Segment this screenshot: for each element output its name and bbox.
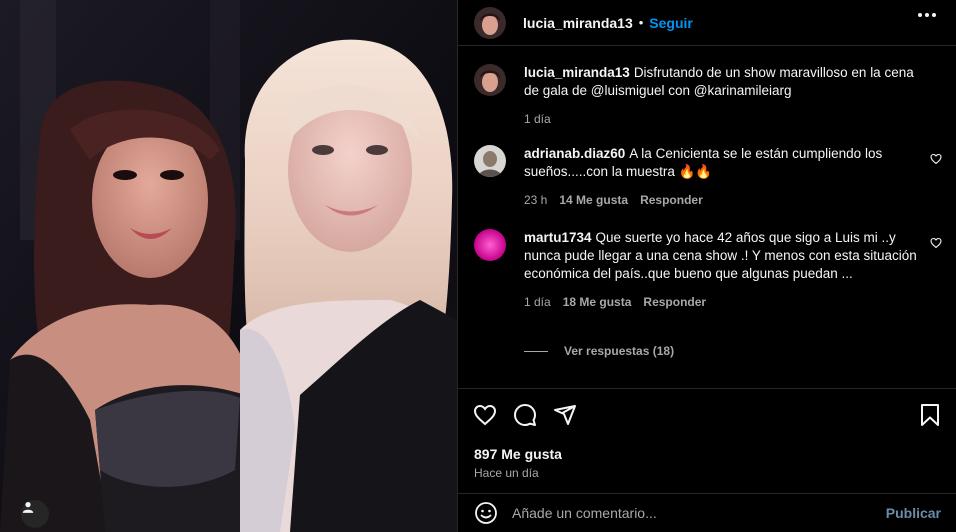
post-photo[interactable] [0, 0, 457, 532]
likes-count[interactable]: 897 Me gusta [474, 446, 562, 462]
emoji-smile-icon[interactable] [474, 501, 498, 525]
comment-likes[interactable]: 14 Me gusta [559, 191, 628, 209]
comment-time[interactable]: 1 día [524, 293, 551, 311]
post-side-panel: lucia_miranda13 • Seguir lucia_miranda13… [457, 0, 956, 532]
comments-list[interactable]: lucia_miranda13 Disfrutando de un show ma… [458, 47, 956, 387]
publish-button[interactable]: Publicar [886, 505, 941, 521]
replies-line [524, 350, 548, 352]
more-options-icon[interactable] [918, 13, 936, 17]
comment-avatar-image [474, 229, 506, 261]
comment-like-heart-icon[interactable] [930, 153, 942, 165]
caption-avatar-image [474, 64, 506, 96]
author-username[interactable]: lucia_miranda13 [523, 15, 633, 31]
comment-avatar[interactable] [474, 229, 506, 261]
author-avatar[interactable] [474, 6, 506, 39]
user-tag-button[interactable] [21, 500, 49, 528]
comment-like-heart-icon[interactable] [930, 237, 942, 249]
comment-time[interactable]: 23 h [524, 191, 547, 209]
view-replies-button[interactable]: Ver respuestas (18) [524, 344, 674, 358]
post-viewer: lucia_miranda13 • Seguir lucia_miranda13… [0, 0, 956, 532]
view-replies-label: Ver respuestas (18) [564, 344, 675, 358]
user-tag-icon [22, 502, 34, 513]
caption-time[interactable]: 1 día [524, 110, 551, 128]
comment-likes[interactable]: 18 Me gusta [563, 293, 632, 311]
author-avatar-image [474, 6, 506, 39]
post-actions: 897 Me gusta Hace un día [458, 388, 956, 492]
comment-username[interactable]: martu1734 [524, 230, 592, 245]
comment-username[interactable]: adrianab.diaz60 [524, 146, 625, 161]
comment-item: martu1734 Que suerte yo hace 42 años que … [474, 229, 944, 311]
comment-avatar-image [474, 145, 506, 177]
comment-item: adrianab.diaz60 A la Cenicienta se le est… [474, 145, 944, 209]
caption-avatar[interactable] [474, 64, 506, 96]
caption: lucia_miranda13 Disfrutando de un show ma… [474, 64, 944, 128]
follow-button[interactable]: Seguir [649, 15, 693, 31]
bookmark-icon[interactable] [919, 403, 941, 427]
paper-plane-icon[interactable] [553, 403, 577, 427]
comment-bubble-icon[interactable] [513, 403, 537, 427]
separator-dot: • [638, 15, 644, 30]
comment-input[interactable] [512, 505, 872, 521]
photo-illustration [0, 0, 457, 532]
reply-button[interactable]: Responder [643, 293, 706, 311]
caption-username[interactable]: lucia_miranda13 [524, 65, 630, 80]
comment-avatar[interactable] [474, 145, 506, 177]
heart-icon[interactable] [473, 403, 497, 427]
comment-composer: Publicar [458, 493, 956, 532]
post-header: lucia_miranda13 • Seguir [458, 0, 956, 46]
post-time[interactable]: Hace un día [474, 466, 539, 480]
reply-button[interactable]: Responder [640, 191, 703, 209]
